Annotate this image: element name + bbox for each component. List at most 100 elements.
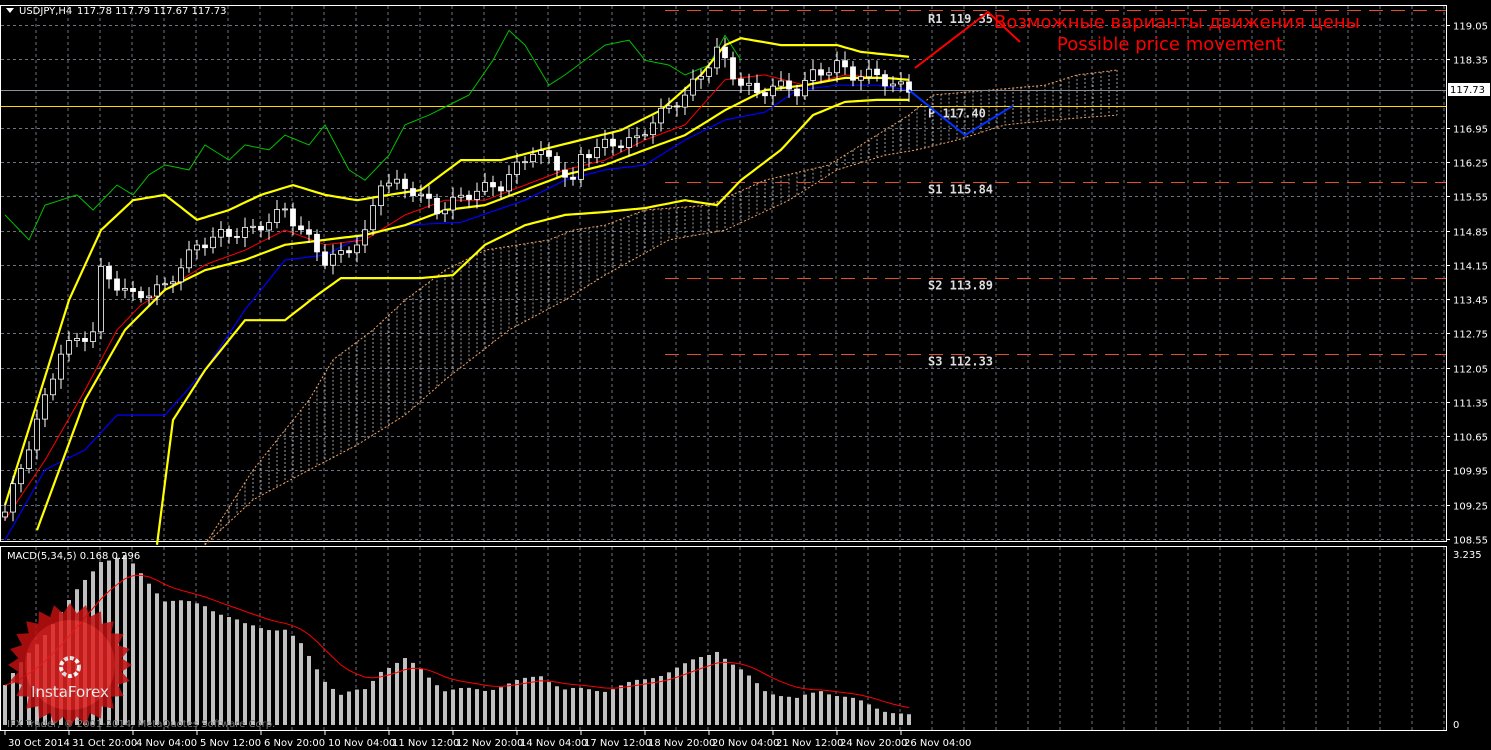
macd-bar bbox=[163, 601, 167, 725]
macd-bar bbox=[363, 689, 367, 725]
bear-candle bbox=[610, 138, 616, 147]
bear-candle bbox=[234, 236, 240, 238]
bull-candle bbox=[634, 135, 640, 139]
bull-candle bbox=[354, 244, 360, 254]
bear-candle bbox=[818, 69, 824, 76]
logo-text: InstaForex bbox=[31, 683, 109, 701]
bull-candle bbox=[26, 449, 32, 469]
bull-candle bbox=[642, 134, 648, 137]
bear-candle bbox=[722, 46, 728, 59]
x-tick-label: 20 Nov 04:00 bbox=[712, 738, 779, 749]
macd-bar bbox=[515, 679, 519, 725]
macd-bar bbox=[243, 623, 247, 725]
y-tick-label: 114.15 bbox=[1453, 262, 1488, 273]
macd-bar bbox=[331, 688, 335, 725]
y-tick-label: 116.25 bbox=[1453, 159, 1488, 170]
macd-bar bbox=[803, 694, 807, 725]
bear-candle bbox=[114, 278, 120, 291]
macd-bar bbox=[523, 677, 527, 725]
bull-candle bbox=[826, 72, 832, 76]
pivot-label-s3: S3 112.33 bbox=[928, 355, 993, 369]
macd-bar bbox=[291, 635, 295, 725]
y-tick-label: 115.55 bbox=[1453, 193, 1488, 204]
macd-bar bbox=[555, 686, 559, 725]
y-tick-label: 118.35 bbox=[1453, 56, 1488, 67]
x-tick-label: 6 Nov 20:00 bbox=[264, 738, 325, 749]
macd-bar bbox=[611, 689, 615, 725]
macd-bar bbox=[507, 683, 511, 725]
bear-candle bbox=[106, 265, 112, 280]
bull-candle bbox=[50, 378, 56, 396]
macd-bar bbox=[491, 689, 495, 725]
bear-candle bbox=[546, 150, 552, 157]
x-tick-label: 14 Nov 04:00 bbox=[520, 738, 587, 749]
x-tick-label: 12 Nov 20:00 bbox=[456, 738, 523, 749]
bull-candle bbox=[362, 229, 368, 246]
y-tick-label: 108.55 bbox=[1453, 536, 1488, 547]
y-tick-label: 110.65 bbox=[1453, 433, 1488, 444]
macd-bar bbox=[171, 600, 175, 725]
bull-candle bbox=[442, 209, 448, 215]
macd-bar bbox=[843, 696, 847, 725]
bear-candle bbox=[490, 182, 496, 188]
bear-candle bbox=[570, 176, 576, 180]
bear-candle bbox=[138, 291, 144, 299]
bull-candle bbox=[474, 190, 480, 200]
macd-bar bbox=[267, 630, 271, 725]
macd-bar bbox=[723, 658, 727, 725]
bear-candle bbox=[674, 105, 680, 108]
y-tick-label: 111.35 bbox=[1453, 399, 1488, 410]
bull-candle bbox=[122, 288, 128, 291]
macd-bar bbox=[563, 689, 567, 725]
copyright-text: IFX Trader, © 2001-2014, MetaQuotes Soft… bbox=[7, 719, 275, 730]
bull-candle bbox=[698, 75, 704, 80]
macd-bar bbox=[347, 691, 351, 725]
bull-candle bbox=[194, 244, 200, 251]
macd-bar bbox=[355, 689, 359, 725]
bull-candle bbox=[162, 283, 168, 286]
macd-bar bbox=[587, 689, 591, 725]
bull-candle bbox=[458, 194, 464, 198]
bull-candle bbox=[90, 331, 96, 342]
kijun-sen-line bbox=[4, 84, 910, 541]
bull-candle bbox=[506, 174, 512, 192]
bull-candle bbox=[898, 81, 904, 85]
y-tick-label: 119.05 bbox=[1453, 22, 1488, 33]
bull-candle bbox=[834, 60, 840, 74]
bull-candle bbox=[658, 107, 664, 124]
macd-bar bbox=[387, 667, 391, 725]
ichimoku-cloud bbox=[204, 69, 1118, 546]
bear-candle bbox=[298, 225, 304, 231]
bear-candle bbox=[842, 60, 848, 68]
macd-bar bbox=[299, 643, 303, 725]
y-tick-label: 112.05 bbox=[1453, 365, 1488, 376]
macd-bar bbox=[131, 563, 135, 725]
pivot-label-s2: S2 113.89 bbox=[928, 279, 993, 293]
macd-bar bbox=[795, 697, 799, 725]
bull-candle bbox=[250, 225, 256, 228]
macd-bar bbox=[147, 583, 151, 725]
y-tick-label: 109.25 bbox=[1453, 502, 1488, 513]
annotation-ru: Возможные варианты движения цены bbox=[994, 12, 1360, 33]
bear-candle bbox=[226, 229, 232, 237]
dropdown-triangle-icon bbox=[6, 8, 14, 13]
bear-candle bbox=[586, 154, 592, 159]
macd-bar bbox=[315, 669, 319, 725]
bull-candle bbox=[682, 94, 688, 108]
y-tick-label: 112.75 bbox=[1453, 330, 1488, 341]
macd-bar bbox=[867, 704, 871, 725]
macd-bar bbox=[603, 691, 607, 725]
macd-bar bbox=[427, 677, 431, 725]
macd-bar bbox=[419, 669, 423, 725]
bull-candle bbox=[530, 154, 536, 163]
macd-bar bbox=[619, 685, 623, 725]
macd-bar bbox=[155, 593, 159, 725]
candles bbox=[2, 37, 912, 522]
macd-bar bbox=[595, 691, 599, 725]
macd-bar bbox=[827, 694, 831, 725]
bear-candle bbox=[618, 145, 624, 148]
bull-candle bbox=[34, 418, 40, 451]
price-chart[interactable]: 119.05 118.35 116.95 116.25 115.55 114.85 114.… bbox=[0, 0, 1491, 750]
bull-candle bbox=[170, 281, 176, 285]
macd-bar bbox=[499, 687, 503, 725]
